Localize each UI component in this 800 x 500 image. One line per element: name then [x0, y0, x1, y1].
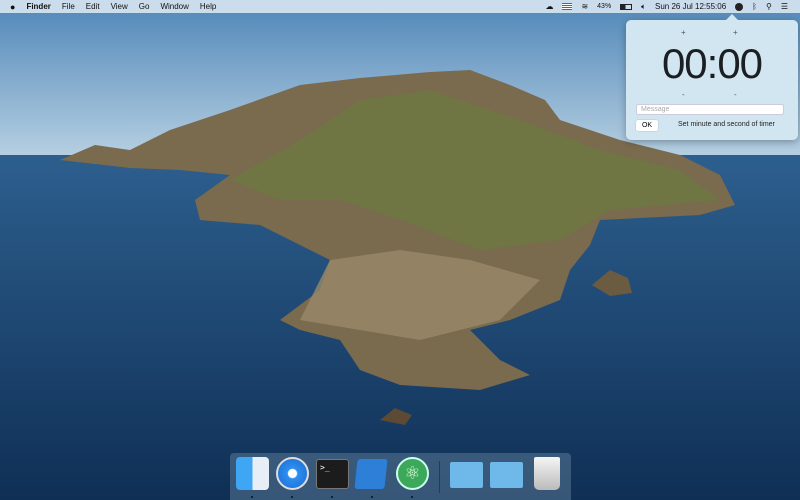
us-flag-icon[interactable]	[562, 3, 573, 10]
safari-icon	[276, 457, 309, 490]
atom-icon: ⚛	[396, 457, 429, 490]
volume-icon[interactable]: 🔈︎	[641, 2, 646, 12]
dock-separator	[439, 460, 440, 493]
terminal-icon: >_	[316, 459, 349, 489]
apple-menu-icon[interactable]: ●	[10, 2, 15, 12]
second-decrement-button[interactable]: -	[734, 90, 737, 99]
timer-app-icon[interactable]	[735, 2, 744, 11]
menu-help[interactable]: Help	[200, 2, 216, 11]
folder-download-icon	[490, 462, 523, 488]
finder-icon	[236, 457, 269, 490]
clock[interactable]: Sun 26 Jul 12:55:06	[655, 2, 726, 11]
dock-trash[interactable]	[530, 457, 563, 490]
message-input[interactable]: Message	[636, 104, 784, 115]
battery-percent[interactable]: 43%	[597, 3, 611, 10]
dock-icloud-drive-folder[interactable]	[450, 457, 483, 490]
bluetooth-icon[interactable]: ᛒ	[752, 2, 757, 11]
minute-decrement-button[interactable]: -	[682, 90, 685, 99]
minute-increment-button[interactable]: +	[681, 28, 686, 37]
spotlight-icon[interactable]: ⚲	[766, 2, 772, 11]
menu-go[interactable]: Go	[139, 2, 150, 11]
menu-window[interactable]: Window	[160, 2, 188, 11]
dock-atom[interactable]: ⚛	[396, 457, 429, 498]
notification-center-icon[interactable]: ☰	[781, 2, 788, 11]
menu-app-finder[interactable]: Finder	[26, 2, 50, 11]
menu-file[interactable]: File	[62, 2, 75, 11]
timer-display: 00:00	[661, 40, 763, 87]
timer-hint: Set minute and second of timer	[678, 121, 775, 128]
wifi-icon[interactable]: ≋	[581, 2, 588, 11]
folder-cloud-icon	[450, 462, 483, 488]
trash-icon	[534, 457, 560, 490]
timer-popover: + + 00:00 - - Message OK Set minute and …	[626, 14, 798, 140]
dock: >_ ⚛	[230, 453, 571, 500]
xcode-icon	[354, 459, 388, 489]
dock-safari[interactable]	[276, 457, 309, 498]
second-increment-button[interactable]: +	[733, 28, 738, 37]
dock-finder[interactable]	[236, 457, 269, 498]
menu-bar: ● Finder File Edit View Go Window Help ☁…	[0, 0, 800, 13]
ok-button[interactable]: OK	[636, 120, 658, 131]
dock-xcode[interactable]	[354, 457, 389, 498]
dock-terminal[interactable]: >_	[316, 457, 349, 498]
cloud-icon[interactable]: ☁	[545, 2, 553, 11]
menu-view[interactable]: View	[111, 2, 128, 11]
dock-downloads-folder[interactable]	[490, 457, 523, 490]
battery-icon[interactable]	[620, 3, 633, 10]
menu-edit[interactable]: Edit	[86, 2, 100, 11]
